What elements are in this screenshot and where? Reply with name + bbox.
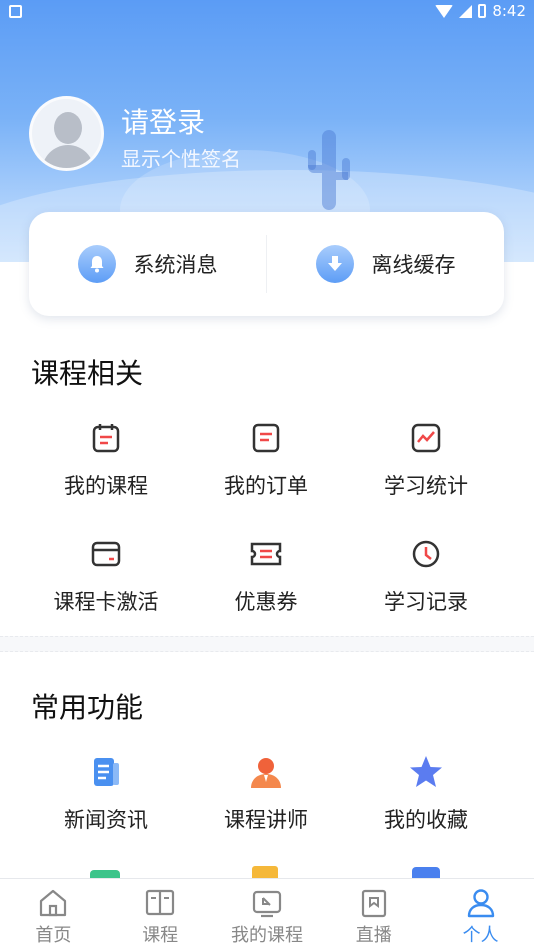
- bell-icon: [77, 245, 116, 283]
- course-section-title: 课程相关: [31, 357, 144, 390]
- favorites-item[interactable]: 我的收藏: [346, 752, 506, 834]
- live-icon: [358, 887, 390, 919]
- chart-icon: [406, 418, 446, 458]
- nav-home[interactable]: 首页: [0, 879, 107, 950]
- section-separator: [0, 636, 534, 652]
- system-messages-label: 系统消息: [133, 253, 218, 277]
- partial-icon: [412, 867, 440, 878]
- my-course-icon: [251, 887, 283, 919]
- calendar-icon: [86, 418, 126, 458]
- person-icon: [465, 887, 497, 919]
- status-bar: 8:42: [0, 0, 534, 24]
- wifi-icon: [435, 4, 454, 18]
- nav-my-courses[interactable]: 我的课程: [214, 879, 321, 950]
- signature-text: 显示个性签名: [121, 147, 241, 171]
- login-button[interactable]: 请登录: [121, 101, 205, 141]
- nav-my-courses-label: 我的课程: [230, 925, 303, 946]
- status-time: 8:42: [492, 2, 526, 20]
- home-icon: [37, 887, 69, 919]
- signal-icon: [459, 4, 473, 18]
- teacher-icon: [246, 752, 286, 792]
- download-icon: [315, 245, 354, 283]
- activate-card-item[interactable]: 课程卡激活: [26, 534, 186, 616]
- study-stats-label: 学习统计: [384, 474, 468, 498]
- system-messages-button[interactable]: 系统消息: [29, 212, 266, 316]
- study-records-label: 学习记录: [384, 590, 468, 614]
- clock-icon: [406, 534, 446, 574]
- offline-cache-button[interactable]: 离线缓存: [267, 212, 504, 316]
- news-label: 新闻资讯: [64, 808, 148, 832]
- cactus-decoration: [336, 172, 348, 180]
- teachers-label: 课程讲师: [224, 808, 308, 832]
- coupon-icon: [246, 534, 286, 574]
- cactus-decoration: [308, 165, 322, 173]
- my-courses-label: 我的课程: [64, 474, 148, 498]
- activate-card-label: 课程卡激活: [53, 590, 159, 614]
- book-icon: [144, 887, 176, 919]
- star-icon: [406, 752, 446, 792]
- nav-courses-label: 课程: [142, 925, 179, 946]
- partial-icon: [252, 866, 278, 878]
- favorites-label: 我的收藏: [384, 808, 468, 832]
- nav-live-label: 直播: [355, 925, 392, 946]
- news-icon: [86, 752, 126, 792]
- my-orders-item[interactable]: 我的订单: [186, 418, 346, 500]
- course-grid: 我的课程 我的订单 学习统计 课程卡激活 优惠券 学习记录: [26, 418, 506, 616]
- avatar[interactable]: [29, 96, 104, 171]
- coupons-item[interactable]: 优惠券: [186, 534, 346, 616]
- nav-profile[interactable]: 个人: [427, 879, 534, 950]
- quick-actions-card: 系统消息 离线缓存: [29, 212, 504, 316]
- common-section-title: 常用功能: [31, 691, 144, 724]
- card-icon: [86, 534, 126, 574]
- news-item[interactable]: 新闻资讯: [26, 752, 186, 834]
- my-courses-item[interactable]: 我的课程: [26, 418, 186, 500]
- coupons-label: 优惠券: [234, 590, 298, 614]
- nav-courses[interactable]: 课程: [107, 879, 214, 950]
- offline-cache-label: 离线缓存: [371, 253, 456, 277]
- my-orders-label: 我的订单: [224, 474, 308, 498]
- study-records-item[interactable]: 学习记录: [346, 534, 506, 616]
- nav-home-label: 首页: [35, 925, 72, 946]
- nav-live[interactable]: 直播: [320, 879, 427, 950]
- partial-icon: [90, 870, 120, 878]
- study-stats-item[interactable]: 学习统计: [346, 418, 506, 500]
- app-notification-icon: [9, 5, 22, 18]
- cactus-decoration: [322, 130, 336, 210]
- common-grid: 新闻资讯 课程讲师 我的收藏: [26, 752, 506, 834]
- battery-icon: [478, 4, 487, 18]
- order-icon: [246, 418, 286, 458]
- teachers-item[interactable]: 课程讲师: [186, 752, 346, 834]
- bottom-navigation: 首页 课程 我的课程 直播 个人: [0, 878, 534, 950]
- nav-profile-label: 个人: [462, 925, 499, 946]
